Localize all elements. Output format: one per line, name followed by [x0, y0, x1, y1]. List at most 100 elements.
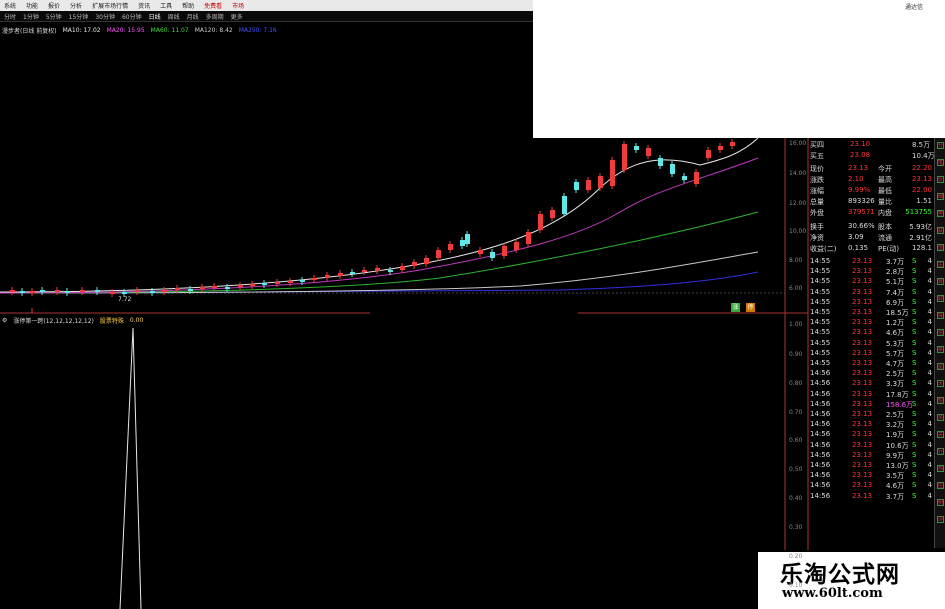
tick-price: 23.13 — [852, 308, 873, 316]
tick-price: 23.13 — [852, 369, 873, 378]
limit-up-badge: 停 — [746, 303, 755, 312]
brand-label: 通达信 — [905, 4, 924, 11]
tick-volume: 4.7万 — [886, 360, 905, 368]
toolbar-icon[interactable]: 筹 — [937, 278, 944, 285]
toolbar-icon[interactable]: 笔 — [937, 159, 944, 166]
toolbar-icon[interactable]: 多 — [937, 414, 944, 421]
tick-count: 4 — [927, 481, 932, 490]
tick-volume: 9.9万 — [886, 451, 905, 460]
toolbar-icon[interactable]: 明 — [937, 499, 944, 506]
tick-row: 14:56 23.13 13.0万 S 4 — [808, 461, 934, 471]
stat-label: 最低 — [878, 187, 892, 195]
indicator-axis-label: 0.70 — [789, 409, 803, 416]
candle — [550, 210, 555, 218]
toolbar-icon[interactable]: 值 — [937, 244, 944, 251]
stat-label: PE(动) — [878, 245, 900, 253]
indicator-icon[interactable]: ⚙ — [2, 317, 7, 324]
toolbar-icon[interactable]: 庄 — [937, 482, 944, 489]
tick-side: S — [912, 359, 917, 367]
stat-label: 涨幅 — [810, 187, 824, 195]
tick-price: 23.13 — [852, 359, 873, 367]
tick-price: 23.13 — [852, 338, 873, 347]
stat-value: 513755 — [905, 208, 932, 216]
tick-side: S — [912, 389, 917, 398]
stat-value: 30.66% — [848, 222, 875, 230]
tick-time: 14:55 — [810, 308, 831, 316]
tick-price: 23.13 — [852, 430, 873, 439]
toolbar-icon[interactable]: 评 — [937, 516, 944, 523]
tick-row: 14:55 23.13 4.7万 S 4 — [808, 359, 934, 369]
tick-volume: 5.1万 — [886, 278, 905, 287]
stat-label: 净资 — [810, 234, 824, 242]
toolbar-icon[interactable]: 价 — [937, 176, 944, 183]
candle — [412, 262, 417, 266]
toolbar-icon[interactable]: 热 — [937, 465, 944, 472]
tick-volume: 2.5万 — [886, 370, 905, 379]
candle — [122, 292, 127, 294]
toolbar-icon[interactable]: 信 — [937, 329, 944, 336]
candle — [250, 284, 255, 286]
toolbar-icon[interactable]: 操 — [937, 312, 944, 319]
tick-count: 4 — [927, 471, 932, 480]
toolbar-icon[interactable]: 财 — [937, 295, 944, 302]
tick-time: 14:56 — [810, 389, 831, 398]
tick-row: 14:56 23.13 4.6万 S 4 — [808, 481, 934, 491]
candle — [110, 292, 115, 294]
tick-side: S — [912, 297, 917, 306]
tick-count: 4 — [927, 277, 932, 286]
candle — [212, 286, 217, 288]
candle — [162, 290, 167, 292]
tick-time: 14:56 — [810, 399, 831, 408]
toolbar-icon[interactable]: 联 — [937, 227, 944, 234]
candle — [238, 285, 243, 287]
tick-volume: 18.5万 — [886, 309, 909, 317]
candle — [694, 172, 699, 184]
candle — [502, 246, 507, 256]
indicator-formula[interactable]: 涨停第一跨(12,12,12,12,12) — [13, 316, 94, 325]
toolbar-icon[interactable]: 分 — [937, 142, 944, 149]
tick-count: 4 — [927, 359, 932, 367]
toolbar-icon[interactable]: 行 — [937, 448, 944, 455]
candle — [325, 275, 330, 278]
toolbar-icon[interactable]: 星 — [937, 363, 944, 370]
chart-canvas[interactable] — [0, 0, 945, 609]
candle — [622, 144, 627, 170]
tick-price: 23.13 — [852, 440, 873, 449]
tick-time: 14:55 — [810, 257, 831, 265]
candle — [300, 280, 305, 282]
toolbar-icon[interactable]: 大 — [937, 380, 944, 387]
tick-side: S — [912, 277, 917, 286]
stat-row: 现价 23.13 今开 22.20 — [808, 164, 934, 174]
tick-volume: 158.6万 — [886, 400, 914, 409]
toolbar-icon[interactable]: 条 — [937, 346, 944, 353]
tick-volume: 13.0万 — [886, 462, 909, 470]
limit-up-badge: 涨 — [731, 303, 740, 312]
toolbar-icon[interactable]: 主 — [937, 261, 944, 268]
tick-side: S — [912, 450, 917, 459]
candle — [460, 240, 465, 246]
stat-value: 1.51 — [916, 197, 932, 205]
stat-row: 总量 893326 量比 1.51 — [808, 197, 934, 207]
toolbar-icon[interactable]: 势 — [937, 210, 944, 217]
candle — [706, 150, 711, 158]
toolbar-icon[interactable]: 短 — [937, 397, 944, 404]
price-axis-label: 10.00 — [789, 228, 807, 235]
tick-time: 14:55 — [810, 297, 831, 306]
candle — [375, 268, 380, 271]
tick-time: 14:55 — [810, 338, 831, 347]
tick-side: S — [912, 328, 917, 337]
ma-line — [0, 211, 759, 294]
stat-label: 换手 — [810, 223, 824, 231]
toolbar-icon[interactable]: 关 — [937, 431, 944, 438]
stat-label: 总量 — [810, 198, 824, 206]
indicator-axis-label: 0.20 — [789, 553, 803, 560]
stat-value: 23.13 — [911, 175, 932, 183]
tick-time: 14:56 — [810, 471, 831, 480]
tick-price: 23.13 — [852, 328, 873, 337]
tick-row: 14:56 23.13 3.7万 S 4 — [808, 492, 934, 502]
stat-value: 128.1 — [911, 244, 932, 252]
candle — [150, 291, 155, 293]
tick-side: S — [912, 399, 917, 408]
toolbar-icon[interactable]: 细 — [937, 193, 944, 200]
stat-value: 893326 — [848, 197, 875, 205]
